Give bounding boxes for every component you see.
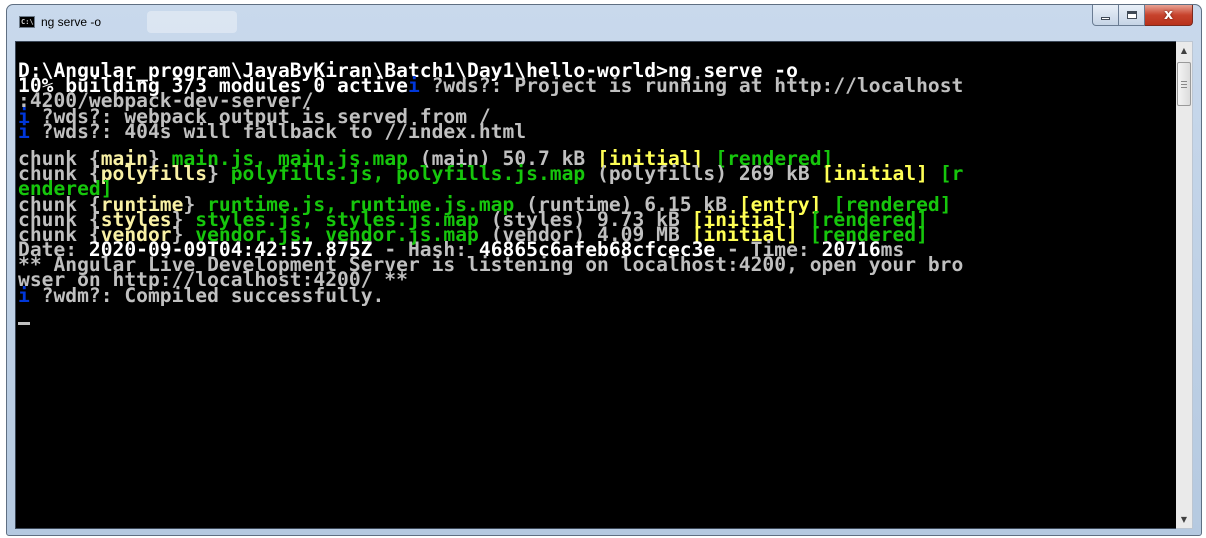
chunk-space [928, 162, 940, 185]
window-controls: x [1092, 5, 1193, 27]
maximize-icon [1126, 11, 1137, 19]
close-icon: x [1163, 7, 1174, 23]
chunk-size: (polyfills) 269 kB [585, 162, 822, 186]
wds-message: ?wds?: Project is running at http://loca… [419, 74, 964, 98]
chunk-tag-rendered: [r [939, 162, 964, 186]
chunk-files: polyfills.js, polyfills.js.map [230, 162, 586, 186]
wds-message: ?wds?: 404s will fallback to //index.htm… [29, 119, 527, 143]
thumb-grip [1181, 87, 1187, 88]
thumb-grip [1181, 81, 1187, 82]
scroll-down-icon[interactable]: ▼ [1176, 511, 1192, 528]
chunk-tag: [initial] [821, 162, 928, 186]
wdm-message: ?wdm?: Compiled successfully. [29, 283, 385, 307]
close-button[interactable]: x [1145, 5, 1193, 26]
vertical-scrollbar[interactable]: ▲ ▼ [1176, 41, 1193, 529]
thumb-grip [1181, 84, 1187, 85]
minimize-icon [1101, 17, 1110, 20]
scroll-thumb[interactable] [1177, 62, 1191, 106]
wds-fallback-line: i ?wds?: 404s will fallback to //index.h… [18, 121, 963, 141]
cursor-line [18, 315, 963, 330]
minimize-button[interactable] [1092, 5, 1119, 26]
console-icon[interactable]: C:\ [19, 16, 35, 28]
console-output[interactable]: D:\Angular_program\JavaByKiran\Batch1\Da… [15, 41, 1177, 529]
chunk-line-polyfills: chunk {polyfills} polyfills.js, polyfill… [18, 164, 963, 184]
window-title: ng serve -o [41, 15, 102, 29]
info-icon: i [18, 283, 30, 307]
console-window: C:\ ng serve -o x D:\Angular_program\Jav… [6, 4, 1202, 536]
title-bar[interactable]: C:\ ng serve -o x [7, 5, 1201, 41]
info-icon: i [407, 74, 420, 98]
text-cursor [18, 321, 30, 325]
info-icon: i [18, 119, 30, 143]
title-glow [147, 11, 237, 33]
scroll-up-icon[interactable]: ▲ [1176, 42, 1192, 59]
maximize-button[interactable] [1119, 5, 1145, 26]
chunk-brace: } [207, 162, 231, 186]
wdm-line: i ?wdm?: Compiled successfully. [18, 285, 963, 305]
chunk-name: polyfills [100, 162, 208, 186]
